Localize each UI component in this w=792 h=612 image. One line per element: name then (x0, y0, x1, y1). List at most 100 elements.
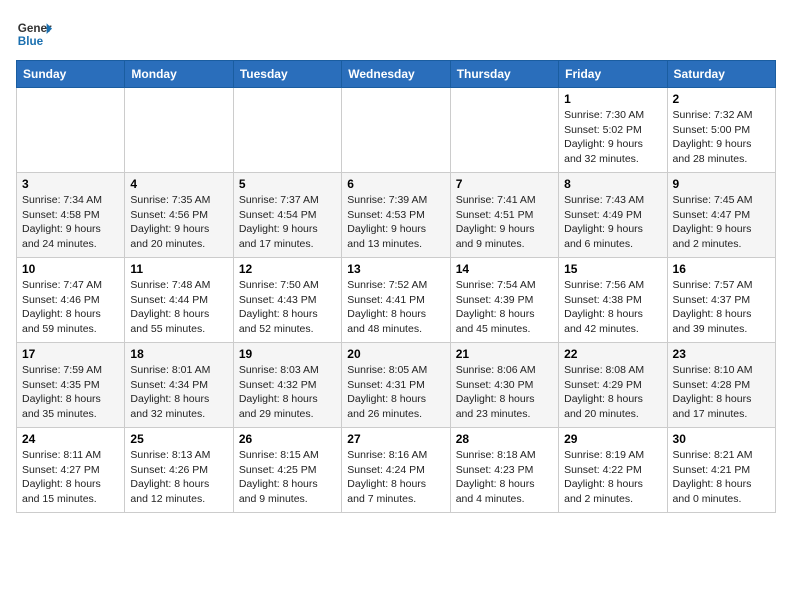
calendar-header-monday: Monday (125, 61, 233, 88)
page-header: General Blue (16, 16, 776, 52)
day-info: Sunrise: 8:03 AMSunset: 4:32 PMDaylight:… (239, 363, 336, 422)
day-info: Sunrise: 7:47 AMSunset: 4:46 PMDaylight:… (22, 278, 119, 337)
day-number: 13 (347, 262, 444, 276)
day-number: 1 (564, 92, 661, 106)
calendar-cell: 16 Sunrise: 7:57 AMSunset: 4:37 PMDayligh… (667, 258, 775, 343)
calendar-cell: 20 Sunrise: 8:05 AMSunset: 4:31 PMDayligh… (342, 343, 450, 428)
calendar-cell: 29Sunrise: 8:19 AMSunset: 4:22 PMDayligh… (559, 428, 667, 513)
day-info: Sunrise: 8:01 AMSunset: 4:34 PMDaylight:… (130, 363, 227, 422)
calendar-header-tuesday: Tuesday (233, 61, 341, 88)
day-info: Sunrise: 7:37 AMSunset: 4:54 PMDaylight:… (239, 193, 336, 252)
calendar-cell: 25 Sunrise: 8:13 AMSunset: 4:26 PMDayligh… (125, 428, 233, 513)
calendar-header-row: SundayMondayTuesdayWednesdayThursdayFrid… (17, 61, 776, 88)
calendar-cell (17, 88, 125, 173)
day-number: 2 (673, 92, 770, 106)
calendar-cell: 7 Sunrise: 7:41 AMSunset: 4:51 PMDaylight… (450, 173, 558, 258)
calendar-cell: 1 Sunrise: 7:30 AMSunset: 5:02 PMDaylight… (559, 88, 667, 173)
day-info: Sunrise: 7:56 AMSunset: 4:38 PMDaylight:… (564, 278, 661, 337)
svg-text:Blue: Blue (18, 35, 44, 48)
calendar-cell: 30 Sunrise: 8:21 AMSunset: 4:21 PMDayligh… (667, 428, 775, 513)
calendar-header-saturday: Saturday (667, 61, 775, 88)
day-info: Sunrise: 8:16 AMSunset: 4:24 PMDaylight:… (347, 448, 444, 507)
day-number: 11 (130, 262, 227, 276)
day-info: Sunrise: 7:41 AMSunset: 4:51 PMDaylight:… (456, 193, 553, 252)
day-info: Sunrise: 8:08 AMSunset: 4:29 PMDaylight:… (564, 363, 661, 422)
day-number: 18 (130, 347, 227, 361)
day-info: Sunrise: 7:32 AMSunset: 5:00 PMDaylight:… (673, 108, 770, 167)
calendar-cell: 28Sunrise: 8:18 AMSunset: 4:23 PMDayligh… (450, 428, 558, 513)
calendar-week-4: 17Sunrise: 7:59 AMSunset: 4:35 PMDayligh… (17, 343, 776, 428)
day-number: 22 (564, 347, 661, 361)
calendar-cell: 11 Sunrise: 7:48 AMSunset: 4:44 PMDayligh… (125, 258, 233, 343)
day-number: 16 (673, 262, 770, 276)
day-info: Sunrise: 8:06 AMSunset: 4:30 PMDaylight:… (456, 363, 553, 422)
calendar-header-thursday: Thursday (450, 61, 558, 88)
day-number: 21 (456, 347, 553, 361)
day-info: Sunrise: 7:45 AMSunset: 4:47 PMDaylight:… (673, 193, 770, 252)
calendar-body: 1 Sunrise: 7:30 AMSunset: 5:02 PMDaylight… (17, 88, 776, 513)
day-number: 12 (239, 262, 336, 276)
calendar-cell: 14 Sunrise: 7:54 AMSunset: 4:39 PMDayligh… (450, 258, 558, 343)
day-info: Sunrise: 8:15 AMSunset: 4:25 PMDaylight:… (239, 448, 336, 507)
day-info: Sunrise: 7:54 AMSunset: 4:39 PMDaylight:… (456, 278, 553, 337)
day-number: 23 (673, 347, 770, 361)
day-number: 20 (347, 347, 444, 361)
calendar-cell: 18 Sunrise: 8:01 AMSunset: 4:34 PMDayligh… (125, 343, 233, 428)
day-number: 4 (130, 177, 227, 191)
calendar-week-1: 1 Sunrise: 7:30 AMSunset: 5:02 PMDaylight… (17, 88, 776, 173)
day-number: 17 (22, 347, 119, 361)
day-info: Sunrise: 8:19 AMSunset: 4:22 PMDaylight:… (564, 448, 661, 507)
day-info: Sunrise: 7:48 AMSunset: 4:44 PMDaylight:… (130, 278, 227, 337)
day-number: 26 (239, 432, 336, 446)
day-info: Sunrise: 7:52 AMSunset: 4:41 PMDaylight:… (347, 278, 444, 337)
day-number: 9 (673, 177, 770, 191)
calendar-header-friday: Friday (559, 61, 667, 88)
logo: General Blue (16, 16, 52, 52)
calendar-cell: 13 Sunrise: 7:52 AMSunset: 4:41 PMDayligh… (342, 258, 450, 343)
day-number: 27 (347, 432, 444, 446)
day-number: 6 (347, 177, 444, 191)
day-number: 24 (22, 432, 119, 446)
calendar-cell: 4 Sunrise: 7:35 AMSunset: 4:56 PMDaylight… (125, 173, 233, 258)
calendar-header-sunday: Sunday (17, 61, 125, 88)
day-info: Sunrise: 8:13 AMSunset: 4:26 PMDaylight:… (130, 448, 227, 507)
day-number: 8 (564, 177, 661, 191)
day-number: 14 (456, 262, 553, 276)
day-info: Sunrise: 7:50 AMSunset: 4:43 PMDaylight:… (239, 278, 336, 337)
calendar-cell: 24 Sunrise: 8:11 AMSunset: 4:27 PMDayligh… (17, 428, 125, 513)
calendar-cell: 21 Sunrise: 8:06 AMSunset: 4:30 PMDayligh… (450, 343, 558, 428)
day-info: Sunrise: 7:35 AMSunset: 4:56 PMDaylight:… (130, 193, 227, 252)
day-number: 5 (239, 177, 336, 191)
calendar-week-5: 24 Sunrise: 8:11 AMSunset: 4:27 PMDayligh… (17, 428, 776, 513)
day-number: 15 (564, 262, 661, 276)
day-number: 7 (456, 177, 553, 191)
calendar-cell: 27 Sunrise: 8:16 AMSunset: 4:24 PMDayligh… (342, 428, 450, 513)
calendar-cell: 3 Sunrise: 7:34 AMSunset: 4:58 PMDaylight… (17, 173, 125, 258)
day-number: 28 (456, 432, 553, 446)
day-info: Sunrise: 8:21 AMSunset: 4:21 PMDaylight:… (673, 448, 770, 507)
day-number: 19 (239, 347, 336, 361)
calendar-cell: 17Sunrise: 7:59 AMSunset: 4:35 PMDayligh… (17, 343, 125, 428)
calendar-week-3: 10 Sunrise: 7:47 AMSunset: 4:46 PMDayligh… (17, 258, 776, 343)
calendar-cell: 12 Sunrise: 7:50 AMSunset: 4:43 PMDayligh… (233, 258, 341, 343)
calendar-cell: 6 Sunrise: 7:39 AMSunset: 4:53 PMDaylight… (342, 173, 450, 258)
calendar-cell: 23 Sunrise: 8:10 AMSunset: 4:28 PMDayligh… (667, 343, 775, 428)
day-number: 25 (130, 432, 227, 446)
calendar-week-2: 3 Sunrise: 7:34 AMSunset: 4:58 PMDaylight… (17, 173, 776, 258)
day-info: Sunrise: 8:10 AMSunset: 4:28 PMDaylight:… (673, 363, 770, 422)
calendar-cell (342, 88, 450, 173)
day-number: 3 (22, 177, 119, 191)
calendar-cell: 19 Sunrise: 8:03 AMSunset: 4:32 PMDayligh… (233, 343, 341, 428)
day-info: Sunrise: 7:30 AMSunset: 5:02 PMDaylight:… (564, 108, 661, 167)
day-info: Sunrise: 7:39 AMSunset: 4:53 PMDaylight:… (347, 193, 444, 252)
day-info: Sunrise: 7:43 AMSunset: 4:49 PMDaylight:… (564, 193, 661, 252)
day-number: 10 (22, 262, 119, 276)
calendar-cell: 8 Sunrise: 7:43 AMSunset: 4:49 PMDaylight… (559, 173, 667, 258)
calendar-cell: 22 Sunrise: 8:08 AMSunset: 4:29 PMDayligh… (559, 343, 667, 428)
day-info: Sunrise: 7:57 AMSunset: 4:37 PMDaylight:… (673, 278, 770, 337)
day-number: 30 (673, 432, 770, 446)
day-info: Sunrise: 7:34 AMSunset: 4:58 PMDaylight:… (22, 193, 119, 252)
day-info: Sunrise: 8:05 AMSunset: 4:31 PMDaylight:… (347, 363, 444, 422)
calendar-cell: 2 Sunrise: 7:32 AMSunset: 5:00 PMDaylight… (667, 88, 775, 173)
day-info: Sunrise: 8:11 AMSunset: 4:27 PMDaylight:… (22, 448, 119, 507)
